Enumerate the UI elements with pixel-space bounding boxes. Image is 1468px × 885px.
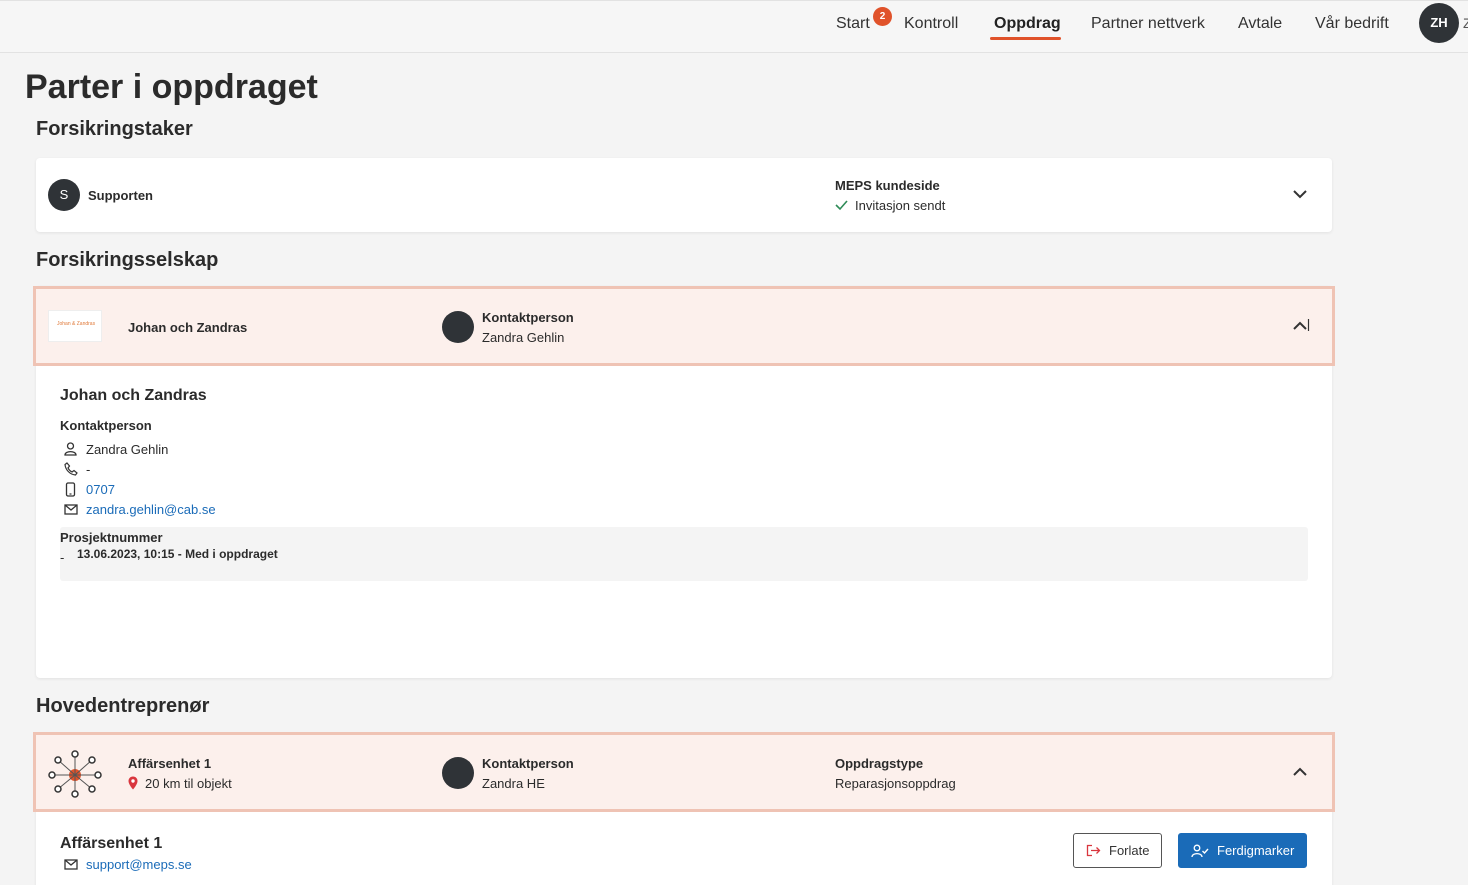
insurer-name: Johan och Zandras — [128, 320, 248, 335]
top-navigation: Start 2 Kontroll Oppdrag Partner nettver… — [0, 0, 1468, 53]
contractor-header-row[interactable]: Affärsenhet 1 20 km til objekt Kontaktpe… — [33, 732, 1335, 812]
user-icon — [64, 442, 77, 456]
history-text: 13.06.2023, 10:15 - Med i oppdraget — [77, 547, 278, 561]
nav-start[interactable]: Start — [836, 15, 870, 33]
chevron-up-icon[interactable] — [1292, 319, 1310, 331]
contact-avatar — [442, 757, 474, 789]
insurer-header-row[interactable]: Johan & Zandras Johan och Zandras Kontak… — [33, 286, 1335, 366]
user-check-icon — [1191, 844, 1209, 857]
portal-status: Invitasjon sendt — [855, 198, 946, 213]
project-number-heading: Prosjektnummer — [60, 530, 163, 545]
insurer-logo: Johan & Zandras — [48, 310, 102, 342]
contractor-email-link[interactable]: support@meps.se — [86, 857, 192, 872]
chevron-down-icon[interactable] — [1292, 189, 1308, 199]
contractor-details-title: Affärsenhet 1 — [60, 835, 163, 852]
contact-heading: Kontaktperson — [60, 418, 152, 433]
policyholder-name: Supporten — [88, 188, 153, 203]
insurer-contact-label: Kontaktperson — [482, 310, 574, 325]
section-title-insurer: Forsikringsselskap — [36, 249, 219, 271]
mail-icon — [64, 859, 78, 870]
exit-icon — [1086, 844, 1101, 857]
assignment-type-value: Reparasjonsoppdrag — [835, 776, 956, 791]
policyholder-card[interactable]: S Supporten MEPS kundeside Invitasjon se… — [36, 158, 1332, 232]
contact-mobile-link[interactable]: 0707 — [86, 482, 115, 497]
contractor-contact-name: Zandra HE — [482, 776, 545, 791]
contact-email-link[interactable]: zandra.gehlin@cab.se — [86, 502, 216, 517]
user-avatar[interactable]: ZH — [1419, 3, 1459, 43]
complete-button-label: Ferdigmarker — [1217, 843, 1295, 858]
nav-partner-nettverk[interactable]: Partner nettverk — [1091, 15, 1205, 33]
section-title-contractor: Hovedentreprenør — [36, 695, 210, 717]
nav-avtale[interactable]: Avtale — [1238, 15, 1282, 33]
notification-badge: 2 — [873, 7, 892, 26]
policyholder-avatar: S — [48, 179, 80, 211]
complete-button[interactable]: Ferdigmarker — [1178, 833, 1308, 868]
mobile-icon — [65, 482, 76, 497]
leave-button[interactable]: Forlate — [1073, 833, 1163, 868]
history-entry: 13.06.2023, 10:15 - Med i oppdraget — [60, 527, 1308, 581]
assignment-type-label: Oppdragstype — [835, 756, 924, 771]
contractor-contact-label: Kontaktperson — [482, 756, 574, 771]
nav-kontroll[interactable]: Kontroll — [904, 15, 958, 33]
check-icon — [835, 200, 848, 211]
contractor-distance: 20 km til objekt — [145, 776, 232, 791]
location-pin-icon — [128, 776, 138, 790]
nav-var-bedrift[interactable]: Vår bedrift — [1315, 15, 1389, 33]
chevron-up-icon[interactable] — [1292, 767, 1308, 777]
nav-oppdrag[interactable]: Oppdrag — [994, 15, 1061, 33]
section-title-policyholder: Forsikringstaker — [36, 118, 193, 140]
insurer-logo-text: Johan & Zandras — [57, 321, 96, 327]
active-tab-indicator — [990, 37, 1061, 40]
contact-phone: - — [86, 462, 91, 477]
leave-button-label: Forlate — [1109, 843, 1150, 858]
contact-person-name: Zandra Gehlin — [86, 442, 169, 457]
network-logo-icon — [48, 750, 102, 798]
project-number-value: - — [60, 550, 65, 565]
contractor-name: Affärsenhet 1 — [128, 756, 212, 771]
contact-avatar — [442, 311, 474, 343]
insurer-details-title: Johan och Zandras — [60, 387, 207, 404]
mail-icon — [64, 504, 78, 515]
phone-icon — [64, 462, 78, 476]
insurer-contact-name: Zandra Gehlin — [482, 330, 565, 345]
page-title: Parter i oppdraget — [25, 68, 318, 106]
portal-label: MEPS kundeside — [835, 178, 940, 193]
user-name-truncated: Z — [1463, 15, 1468, 31]
